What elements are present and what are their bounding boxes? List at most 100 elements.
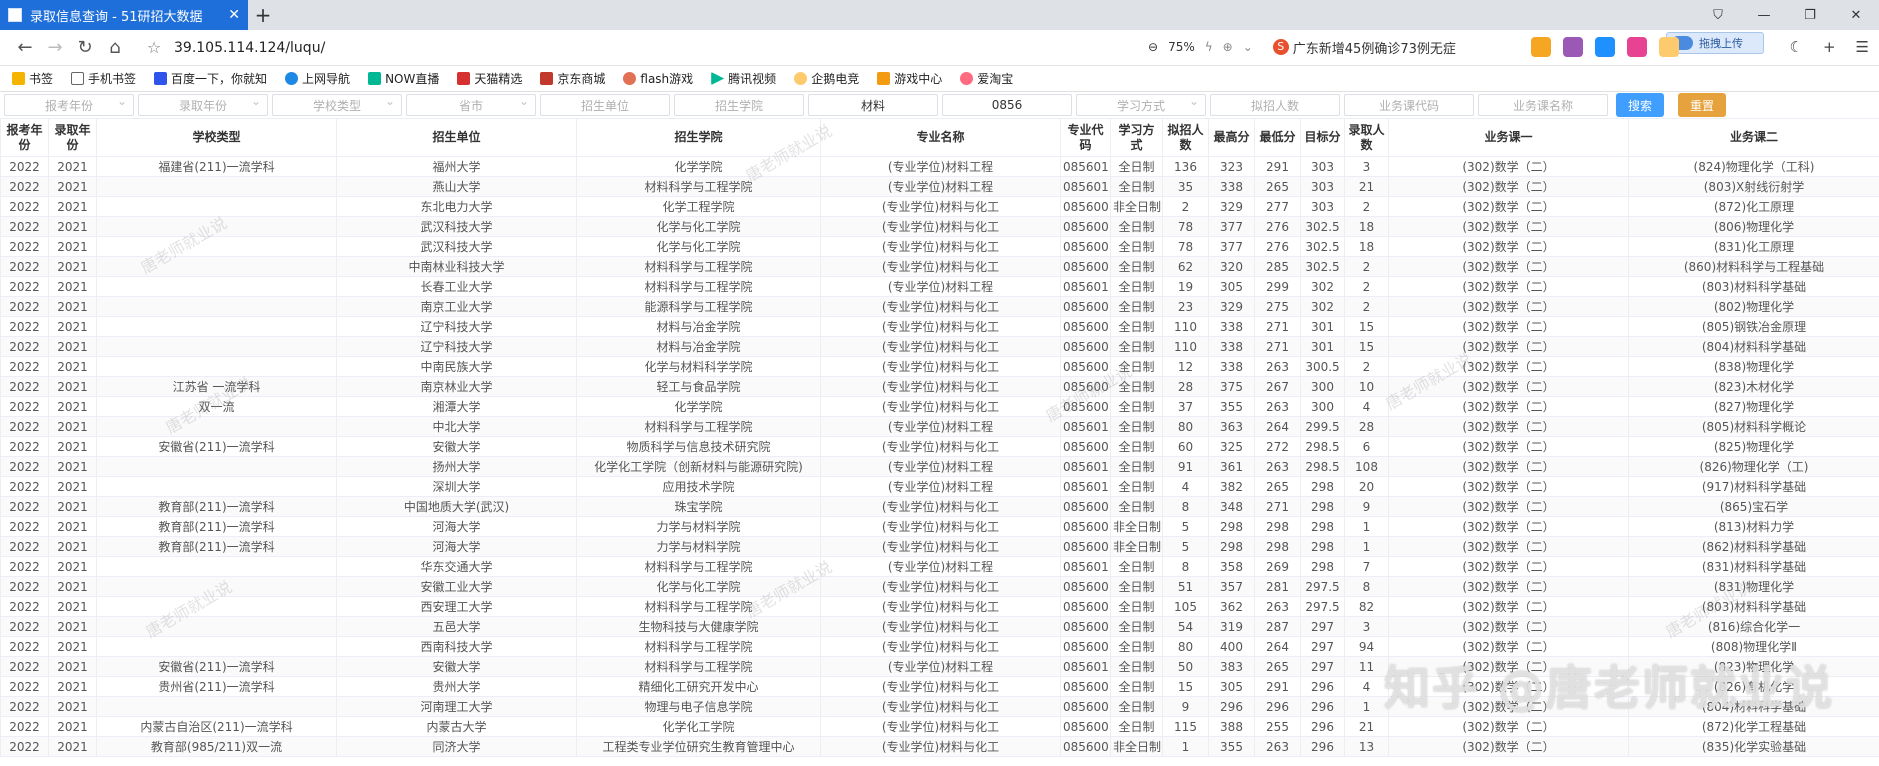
table-row[interactable]: 2022 2021 江苏省 一流学科 南京林业大学 轻工与食品学院 (专业学位)材料与化工… [0, 376, 1879, 397]
search-button[interactable]: 搜索 [1616, 93, 1664, 117]
table-row[interactable]: 2022 2021 西安理工大学 材料科学与工程学院 (专业学位)材料与化工 085600… [0, 596, 1879, 617]
table-row[interactable]: 2022 2021 安徽省(211)一流学科 安徽大学 材料科学与工程学院 (专业学位)材… [0, 656, 1879, 677]
chevron-down-icon[interactable]: ⌄ [1243, 40, 1253, 54]
table-row[interactable]: 2022 2021 河南理工大学 物理与电子信息学院 (专业学位)材料与化工 085600… [0, 696, 1879, 717]
table-row[interactable]: 2022 2021 教育部(211)一流学科 中国地质大学(武汉) 珠宝学院 (专业学位)… [0, 496, 1879, 517]
home-button[interactable]: ⌂ [100, 37, 130, 58]
maximize-button[interactable]: ❐ [1787, 8, 1833, 23]
bookmark-item[interactable]: 腾讯视频 [711, 70, 776, 87]
table-row[interactable]: 2022 2021 教育部(985/211)双一流 同济大学 工程类专业学位研究生教育管… [0, 736, 1879, 757]
close-window-button[interactable]: ✕ [1833, 8, 1879, 23]
table-row[interactable]: 2022 2021 西南科技大学 材料科学与工程学院 (专业学位)材料与化工 085600… [0, 636, 1879, 657]
table-row[interactable]: 2022 2021 辽宁科技大学 材料与冶金学院 (专业学位)材料与化工 085600 全日… [0, 336, 1879, 357]
table-cell [96, 336, 337, 357]
bookmark-item[interactable]: NOW直播 [368, 70, 439, 87]
table-cell: 2022 [0, 396, 49, 417]
unit-input[interactable]: 招生单位 [540, 94, 670, 116]
back-button[interactable]: ← [10, 37, 40, 58]
news-ticker[interactable]: S 广东新增45例确诊73例无症 [1272, 38, 1513, 57]
close-icon[interactable]: ✕ [228, 7, 240, 23]
table-cell: 298 [1254, 536, 1301, 557]
table-cell: 河南理工大学 [336, 696, 577, 717]
table-row[interactable]: 2022 2021 教育部(211)一流学科 河海大学 力学与材料学院 (专业学位)材料与… [0, 516, 1879, 537]
table-row[interactable]: 2022 2021 东北电力大学 化学工程学院 (专业学位)材料与化工 085600 非全日… [0, 196, 1879, 217]
table-cell: (823)物理化学 [1628, 656, 1879, 677]
shirt-icon[interactable]: ⛉ [1695, 8, 1741, 23]
table-row[interactable]: 2022 2021 燕山大学 材料科学与工程学院 (专业学位)材料工程 085601 全日制… [0, 176, 1879, 197]
bookmark-item[interactable]: 书签 [12, 70, 53, 87]
table-row[interactable]: 2022 2021 华东交通大学 材料科学与工程学院 (专业学位)材料工程 085601 全… [0, 556, 1879, 577]
url-field[interactable]: 39.105.114.124/luqu/ [174, 40, 954, 56]
translate-icon[interactable]: ⊕ [1223, 40, 1233, 54]
admit-year-select[interactable]: 录取年份 [138, 94, 268, 116]
plan-count-input[interactable]: 拟招人数 [1210, 94, 1340, 116]
upload-button[interactable]: 拖拽上传 [1666, 32, 1764, 54]
table-row[interactable]: 2022 2021 扬州大学 化学化工学院（创新材料与能源研究院) (专业学位)材料工程… [0, 456, 1879, 477]
add-icon[interactable]: + [1823, 38, 1836, 56]
table-row[interactable]: 2022 2021 安徽工业大学 化学与化工学院 (专业学位)材料与化工 085600 全日… [0, 576, 1879, 597]
table-cell: 287 [1254, 616, 1301, 637]
table-cell: (专业学位)材料与化工 [820, 616, 1061, 637]
menu-icon[interactable]: ☰ [1856, 38, 1869, 56]
bookmark-item[interactable]: 手机书签 [71, 70, 136, 87]
bookmark-item[interactable]: 京东商城 [540, 70, 605, 87]
course-code-input[interactable]: 业务课代码 [1344, 94, 1474, 116]
table-cell: (302)数学（二） [1388, 256, 1629, 277]
bookmark-item[interactable]: flash游戏 [623, 70, 693, 87]
table-row[interactable]: 2022 2021 中北大学 材料科学与工程学院 (专业学位)材料工程 085601 全日制… [0, 416, 1879, 437]
table-row[interactable]: 2022 2021 福建省(211)一流学科 福州大学 化学学院 (专业学位)材料工程 08… [0, 156, 1879, 177]
table-row[interactable]: 2022 2021 教育部(211)一流学科 河海大学 力学与材料学院 (专业学位)材料与… [0, 536, 1879, 557]
table-row[interactable]: 2022 2021 武汉科技大学 化学与化工学院 (专业学位)材料与化工 085600 全日… [0, 236, 1879, 257]
school-type-select[interactable]: 学校类型 [272, 94, 402, 116]
table-row[interactable]: 2022 2021 中南民族大学 化学与材料科学学院 (专业学位)材料与化工 085600… [0, 356, 1879, 377]
table-row[interactable]: 2022 2021 双一流 湘潭大学 化学学院 (专业学位)材料与化工 085600 全日制 3… [0, 396, 1879, 417]
moon-icon[interactable]: ☾ [1790, 38, 1803, 56]
forward-button[interactable]: → [40, 37, 70, 58]
table-row[interactable]: 2022 2021 武汉科技大学 化学与化工学院 (专业学位)材料与化工 085600 全日… [0, 216, 1879, 237]
major-code-input[interactable]: 0856 [942, 94, 1072, 116]
new-tab-button[interactable]: + [248, 0, 278, 30]
zoom-icon[interactable]: ⊖ [1148, 40, 1158, 54]
table-cell: (302)数学（二） [1388, 216, 1629, 237]
table-cell: 298 [1300, 556, 1345, 577]
bookmark-item[interactable]: 游戏中心 [877, 70, 942, 87]
minimize-button[interactable]: — [1741, 8, 1787, 23]
table-row[interactable]: 2022 2021 内蒙古自治区(211)一流学科 内蒙古大学 化学化工学院 (专业学位)… [0, 716, 1879, 737]
table-cell: 085600 [1060, 676, 1111, 697]
table-row[interactable]: 2022 2021 安徽省(211)一流学科 安徽大学 物质科学与信息技术研究院 (专业学… [0, 436, 1879, 457]
province-select[interactable]: 省市 [406, 94, 536, 116]
bookmark-item[interactable]: 爱淘宝 [960, 70, 1013, 87]
table-cell: 264 [1254, 636, 1301, 657]
table-row[interactable]: 2022 2021 长春工业大学 材料科学与工程学院 (专业学位)材料工程 085601 全… [0, 276, 1879, 297]
clip-icon[interactable] [1626, 37, 1647, 57]
table-row[interactable]: 2022 2021 南京工业大学 能源科学与工程学院 (专业学位)材料与化工 085600… [0, 296, 1879, 317]
bookmark-item[interactable]: 百度一下，你就知 [154, 70, 267, 87]
table-cell: (302)数学（二） [1388, 716, 1629, 737]
lightning-icon[interactable]: ϟ [1205, 40, 1213, 54]
tab-active[interactable]: 录取信息查询 - 51研招大数据 ✕ [0, 0, 248, 30]
table-row[interactable]: 2022 2021 深圳大学 应用技术学院 (专业学位)材料工程 085601 全日制 4 38… [0, 476, 1879, 497]
study-mode-select[interactable]: 学习方式 [1076, 94, 1206, 116]
translate-ext-icon[interactable] [1562, 37, 1583, 57]
table-row[interactable]: 2022 2021 五邑大学 生物科技与大健康学院 (专业学位)材料与化工 085600 全… [0, 616, 1879, 637]
table-cell: 085600 [1060, 736, 1111, 757]
table-cell: 299 [1254, 276, 1301, 297]
bookmark-star-icon[interactable]: ☆ [140, 38, 168, 57]
infinity-icon[interactable] [1594, 37, 1615, 57]
gift-icon[interactable] [1658, 37, 1679, 57]
reset-button[interactable]: 重置 [1678, 93, 1726, 117]
table-row[interactable]: 2022 2021 辽宁科技大学 材料与冶金学院 (专业学位)材料与化工 085600 全日… [0, 316, 1879, 337]
report-year-select[interactable]: 报考年份 [4, 94, 134, 116]
bookmark-item[interactable]: 天猫精选 [457, 70, 522, 87]
college-input[interactable]: 招生学院 [674, 94, 804, 116]
bookmark-item[interactable]: 上网导航 [285, 70, 350, 87]
table-row[interactable]: 2022 2021 中南林业科技大学 材料科学与工程学院 (专业学位)材料与化工 0856… [0, 256, 1879, 277]
bookmark-item[interactable]: 企鹅电竞 [794, 70, 859, 87]
table-row[interactable]: 2022 2021 贵州省(211)一流学科 贵州大学 精细化工研究开发中心 (专业学位)… [0, 676, 1879, 697]
major-input[interactable]: 材料 [808, 94, 938, 116]
course-name-input[interactable]: 业务课名称 [1478, 94, 1608, 116]
table-cell: 2021 [48, 336, 97, 357]
table-cell: (专业学位)材料与化工 [820, 316, 1061, 337]
game-icon[interactable] [1530, 37, 1551, 57]
reload-button[interactable]: ↻ [70, 37, 100, 58]
